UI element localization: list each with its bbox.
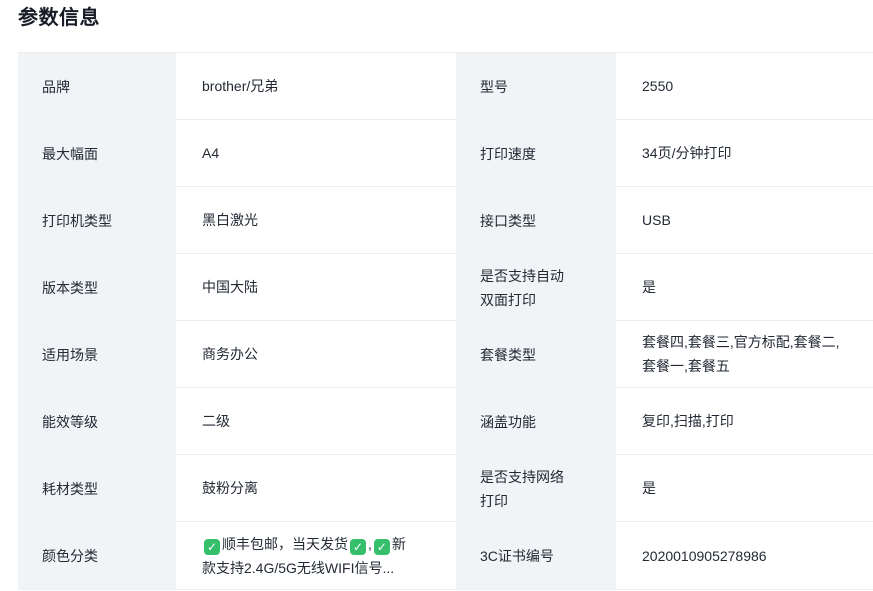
- param-label-brand: 品牌: [18, 53, 176, 120]
- param-label-consumable-type: 耗材类型: [18, 455, 176, 522]
- param-label-printer-type: 打印机类型: [18, 187, 176, 254]
- param-label-scenario: 适用场景: [18, 321, 176, 388]
- param-value-printer-type: 黑白激光: [176, 187, 456, 254]
- page-title: 参数信息: [18, 5, 100, 31]
- param-value-model: 2550: [616, 53, 873, 120]
- param-value-scenario: 商务办公: [176, 321, 456, 388]
- param-value-print-speed: 34页/分钟打印: [616, 120, 873, 187]
- param-value-auto-duplex: 是: [616, 254, 873, 321]
- param-value-max-size: A4: [176, 120, 456, 187]
- param-label-print-speed: 打印速度: [456, 120, 616, 187]
- param-value-3c-cert: 2020010905278986: [616, 522, 873, 589]
- param-value-interface: USB: [616, 187, 873, 254]
- param-value-network-print: 是: [616, 455, 873, 522]
- param-value-package-type: 套餐四,套餐三,官方标配,套餐二, 套餐一,套餐五: [616, 321, 873, 388]
- param-label-version: 版本类型: [18, 254, 176, 321]
- param-value-functions: 复印,扫描,打印: [616, 388, 873, 455]
- param-label-interface: 接口类型: [456, 187, 616, 254]
- check-emoji: ✓: [374, 539, 390, 555]
- param-label-network-print: 是否支持网络 打印: [456, 455, 616, 522]
- param-label-color-class: 颜色分类: [18, 522, 176, 589]
- param-label-max-size: 最大幅面: [18, 120, 176, 187]
- check-emoji: ✓: [204, 539, 220, 555]
- param-value-consumable-type: 鼓粉分离: [176, 455, 456, 522]
- param-value-energy-rating: 二级: [176, 388, 456, 455]
- param-label-energy-rating: 能效等级: [18, 388, 176, 455]
- param-label-package-type: 套餐类型: [456, 321, 616, 388]
- param-value-color-class: ✓顺丰包邮，当天发货✓,✓新 款支持2.4G/5G无线WIFI信号...: [176, 522, 456, 589]
- param-value-brand: brother/兄弟: [176, 53, 456, 120]
- check-emoji: ✓: [350, 539, 366, 555]
- param-label-functions: 涵盖功能: [456, 388, 616, 455]
- param-label-3c-cert: 3C证书编号: [456, 522, 616, 589]
- param-label-model: 型号: [456, 53, 616, 120]
- spec-table: 品牌 brother/兄弟 型号 2550 最大幅面 A4 打印速度 34页/分…: [18, 52, 873, 590]
- param-label-auto-duplex: 是否支持自动 双面打印: [456, 254, 616, 321]
- param-value-version: 中国大陆: [176, 254, 456, 321]
